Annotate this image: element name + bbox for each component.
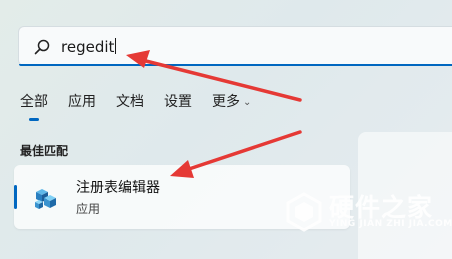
tab-more-label: 更多 [212, 94, 240, 110]
watermark-subtext: YING JIAN ZHI JIA.COM [329, 219, 452, 229]
registry-editor-icon [35, 189, 56, 209]
search-input-value: regedit [61, 38, 115, 56]
tab-settings[interactable]: 设置 [164, 92, 192, 113]
text-caret [115, 38, 117, 54]
tab-documents-label: 文档 [116, 94, 144, 110]
search-box[interactable]: regedit [18, 26, 452, 66]
search-input[interactable]: regedit [61, 37, 117, 57]
search-focus-underline [19, 64, 452, 66]
result-app-type: 应用 [76, 202, 101, 216]
tab-documents[interactable]: 文档 [116, 92, 144, 113]
search-icon [34, 39, 50, 55]
tab-all[interactable]: 全部 [20, 92, 48, 121]
tab-apps[interactable]: 应用 [68, 92, 96, 113]
chevron-down-icon: ⌄ [243, 97, 252, 108]
tab-settings-label: 设置 [164, 94, 192, 110]
watermark: 硬件之家 YING JIAN ZHI JIA.COM [285, 186, 452, 236]
best-match-heading: 最佳匹配 [20, 144, 69, 158]
watermark-logo-icon [286, 192, 322, 232]
selection-accent [14, 185, 17, 209]
filter-tabs: 全部 应用 文档 设置 更多 ⌄ [20, 92, 271, 121]
tab-more[interactable]: 更多 ⌄ [212, 92, 251, 113]
result-app-name: 注册表编辑器 [76, 180, 160, 196]
tab-apps-label: 应用 [68, 94, 96, 110]
tab-all-label: 全部 [20, 94, 48, 110]
active-tab-indicator [29, 118, 39, 121]
